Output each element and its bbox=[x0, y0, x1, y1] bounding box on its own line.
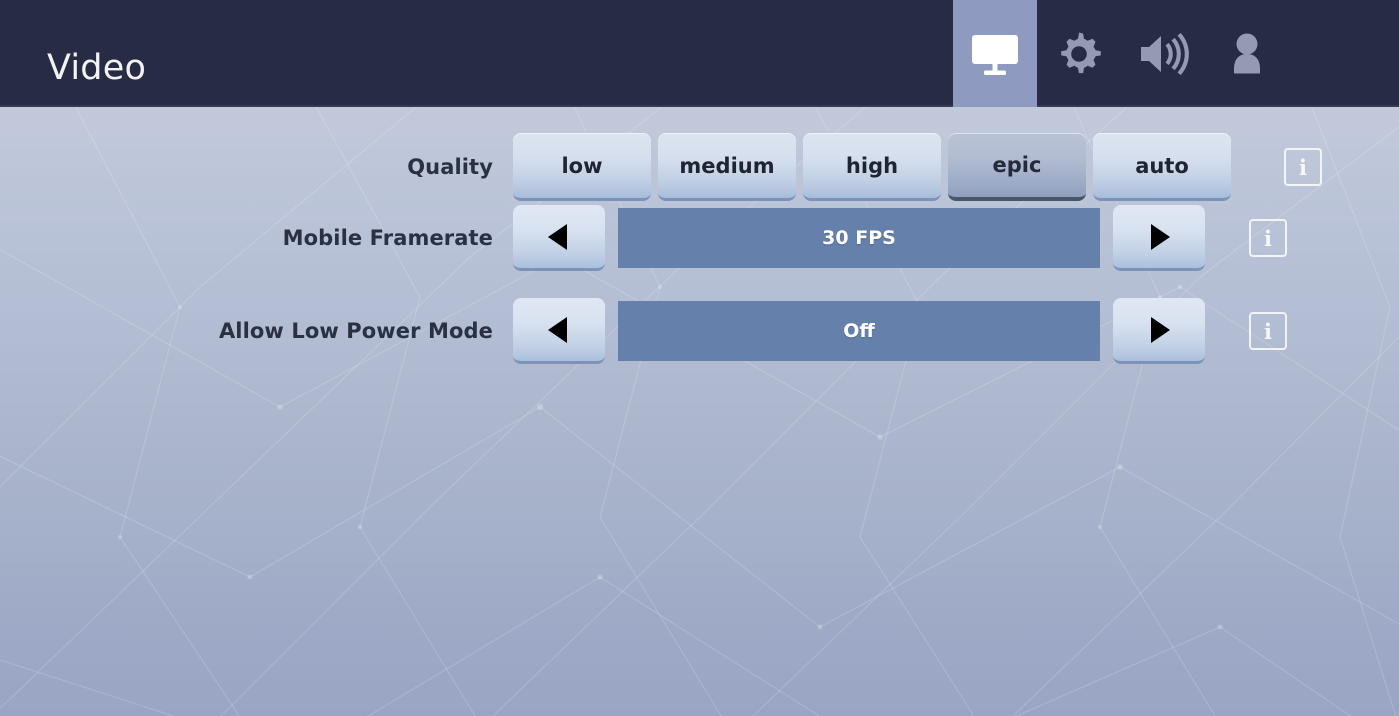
mobile-framerate-info-button[interactable]: i bbox=[1249, 219, 1287, 257]
mobile-framerate-prev-button[interactable] bbox=[513, 205, 605, 271]
quality-option-medium[interactable]: medium bbox=[658, 133, 796, 201]
setting-row-mobile-framerate: Mobile Framerate 30 FPS i bbox=[0, 205, 1399, 271]
mobile-framerate-stepper: 30 FPS i bbox=[513, 205, 1287, 271]
arrow-left-icon bbox=[548, 316, 567, 343]
tab-account[interactable] bbox=[1205, 0, 1289, 107]
allow-low-power-mode-info-button[interactable]: i bbox=[1249, 312, 1287, 350]
arrow-right-icon bbox=[1151, 316, 1170, 343]
quality-option-low[interactable]: low bbox=[513, 133, 651, 201]
tab-audio[interactable] bbox=[1121, 0, 1205, 107]
setting-row-allow-low-power-mode: Allow Low Power Mode Off i bbox=[0, 298, 1399, 364]
app-header: Video bbox=[0, 0, 1399, 107]
allow-low-power-mode-stepper: Off i bbox=[513, 298, 1287, 364]
settings-screen: Video Quality low medium high epic auto … bbox=[0, 0, 1399, 716]
gear-icon bbox=[1055, 30, 1103, 78]
person-icon bbox=[1228, 31, 1266, 77]
quality-option-high[interactable]: high bbox=[803, 133, 941, 201]
quality-label: Quality bbox=[407, 155, 493, 179]
arrow-left-icon bbox=[548, 223, 567, 250]
allow-low-power-mode-next-button[interactable] bbox=[1113, 298, 1205, 364]
quality-options-group: low medium high epic auto i bbox=[513, 133, 1322, 201]
tab-game-settings[interactable] bbox=[1037, 0, 1121, 107]
allow-low-power-mode-label: Allow Low Power Mode bbox=[218, 319, 493, 343]
mobile-framerate-next-button[interactable] bbox=[1113, 205, 1205, 271]
setting-row-quality: Quality low medium high epic auto i bbox=[0, 133, 1399, 201]
speaker-icon bbox=[1137, 32, 1189, 76]
quality-option-auto[interactable]: auto bbox=[1093, 133, 1231, 201]
monitor-icon bbox=[971, 31, 1019, 77]
arrow-right-icon bbox=[1151, 223, 1170, 250]
mobile-framerate-label: Mobile Framerate bbox=[282, 226, 493, 250]
allow-low-power-mode-value[interactable]: Off bbox=[618, 301, 1100, 361]
allow-low-power-mode-prev-button[interactable] bbox=[513, 298, 605, 364]
tab-video[interactable] bbox=[953, 0, 1037, 107]
header-tab-bar bbox=[953, 0, 1289, 107]
page-title: Video bbox=[47, 48, 147, 88]
quality-option-epic[interactable]: epic bbox=[948, 133, 1086, 201]
mobile-framerate-value[interactable]: 30 FPS bbox=[618, 208, 1100, 268]
quality-info-button[interactable]: i bbox=[1284, 148, 1322, 186]
